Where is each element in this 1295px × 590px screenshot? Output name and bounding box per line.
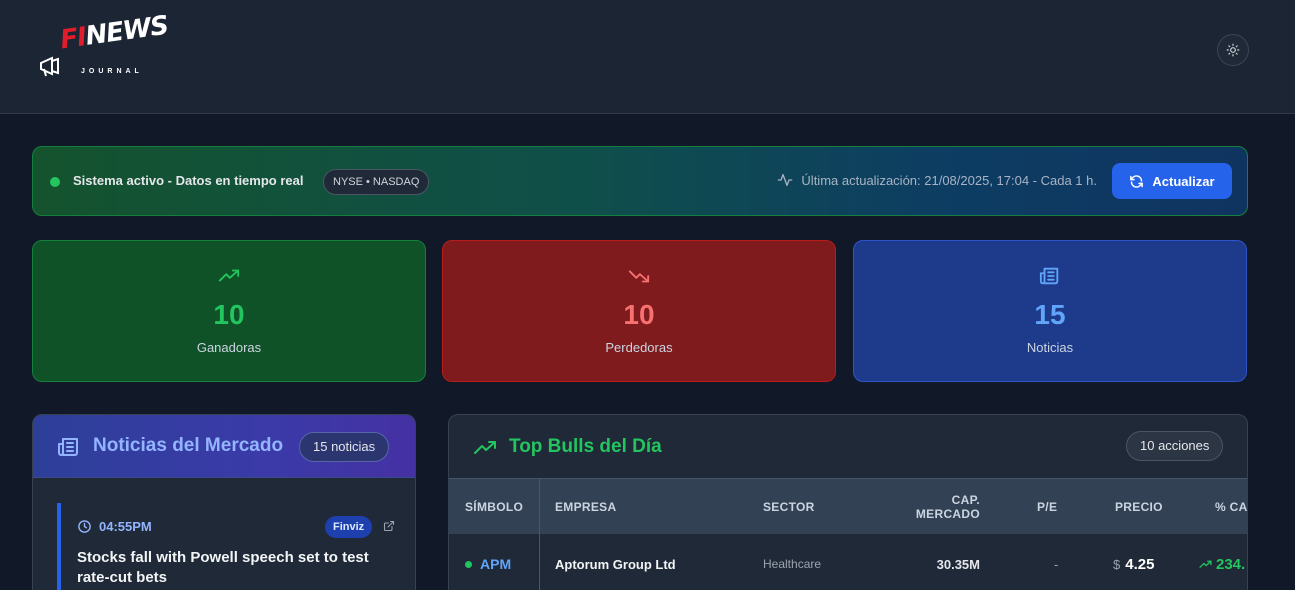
news-panel-header: Noticias del Mercado 15 noticias	[33, 415, 415, 478]
change-cell: 234.	[1199, 534, 1245, 590]
column-header-symbol[interactable]: SÍMBOLO	[465, 479, 523, 535]
losers-count: 10	[623, 299, 655, 330]
markets-badge: NYSE • NASDAQ	[323, 169, 430, 195]
price-value: 4.25	[1125, 555, 1155, 573]
company-cell: Aptorum Group Ltd	[555, 556, 676, 572]
last-update-text: Última actualización: 21/08/2025, 17:04 …	[801, 172, 1097, 188]
news-item[interactable]: 04:55PM Finviz Stocks fall with Powell s…	[57, 503, 395, 590]
finews-logo[interactable]: FINEWS JOURNAL	[38, 11, 170, 84]
logo-wordmark: FINEWS	[58, 11, 169, 56]
gainers-label: Ganadoras	[196, 340, 262, 355]
bulls-count-badge: 10 acciones	[1126, 431, 1224, 461]
last-update: Última actualización: 21/08/2025, 17:04 …	[777, 172, 1097, 188]
news-count-value: 15	[1034, 299, 1066, 330]
currency-symbol: $	[1113, 556, 1121, 572]
column-header-price[interactable]: PRECIO	[1115, 479, 1163, 535]
column-header-sector[interactable]: SECTOR	[763, 479, 815, 535]
refresh-icon	[1130, 174, 1144, 188]
gainers-count: 10	[213, 299, 245, 330]
clock-icon	[78, 520, 91, 533]
stat-icon-wrap	[443, 265, 835, 289]
losers-label: Perdedoras	[605, 340, 673, 355]
column-header-pe[interactable]: P/E	[1037, 479, 1057, 535]
column-header-market-cap[interactable]: CAP. MERCADO	[889, 479, 980, 535]
refresh-label: Actualizar	[1152, 173, 1215, 189]
table-row[interactable]: APM Aptorum Group Ltd Healthcare 30.35M …	[449, 534, 1247, 590]
newspaper-icon	[1039, 267, 1059, 285]
gainers-card[interactable]: 10 Ganadoras	[32, 240, 426, 382]
pe-cell: -	[1054, 556, 1059, 572]
trending-up-icon	[218, 269, 240, 282]
news-count-label: Noticias	[1026, 340, 1074, 355]
column-header-company[interactable]: EMPRESA	[555, 479, 616, 535]
table-header: SÍMBOLO EMPRESA SECTOR CAP. MERCADO P/E …	[449, 478, 1247, 535]
stat-icon-wrap	[33, 265, 425, 289]
market-cap-cell: 30.35M	[936, 556, 980, 572]
sun-icon	[1226, 43, 1240, 57]
news-time-text: 04:55PM	[99, 519, 152, 534]
news-panel-title: Noticias del Mercado	[93, 435, 284, 456]
bulls-panel-title: Top Bulls del Día	[509, 436, 662, 457]
trending-up-icon	[474, 441, 496, 454]
symbol-text: APM	[480, 556, 512, 572]
trending-down-icon	[628, 270, 650, 283]
refresh-button[interactable]: Actualizar	[1112, 163, 1232, 199]
news-count-card[interactable]: 15 Noticias	[853, 240, 1247, 382]
status-text: Sistema activo - Datos en tiempo real	[73, 173, 304, 188]
trending-up-icon	[1199, 560, 1212, 568]
stat-icon-wrap	[854, 265, 1246, 289]
news-time: 04:55PM	[77, 519, 152, 534]
newspaper-icon	[58, 438, 78, 456]
logo-news: NEWS	[83, 10, 170, 52]
losers-card[interactable]: 10 Perdedoras	[442, 240, 836, 382]
symbol-cell[interactable]: APM	[465, 534, 511, 590]
news-count-badge: 15 noticias	[299, 432, 390, 462]
status-dot	[465, 560, 472, 568]
news-source-badge: Finviz	[325, 516, 373, 538]
activity-icon	[778, 174, 793, 186]
megaphone-icon	[40, 56, 59, 77]
theme-toggle-button[interactable]	[1217, 34, 1249, 66]
top-bulls-panel: Top Bulls del Día 10 acciones SÍMBOLO EM…	[448, 414, 1248, 590]
news-headline[interactable]: Stocks fall with Powell speech set to te…	[77, 548, 387, 588]
system-status-bar: Sistema activo - Datos en tiempo real NY…	[32, 146, 1248, 216]
sector-cell: Healthcare	[763, 557, 822, 571]
logo-subtitle: JOURNAL	[81, 68, 143, 75]
status-indicator	[50, 177, 60, 187]
market-news-panel: Noticias del Mercado 15 noticias 04:55PM…	[32, 414, 416, 590]
price-cell: $ 4.25	[1113, 534, 1154, 590]
change-value: 234.	[1216, 555, 1246, 573]
external-link-icon[interactable]	[383, 520, 395, 532]
column-header-change[interactable]: % CA	[1215, 479, 1247, 535]
top-header: FINEWS JOURNAL	[0, 0, 1295, 114]
